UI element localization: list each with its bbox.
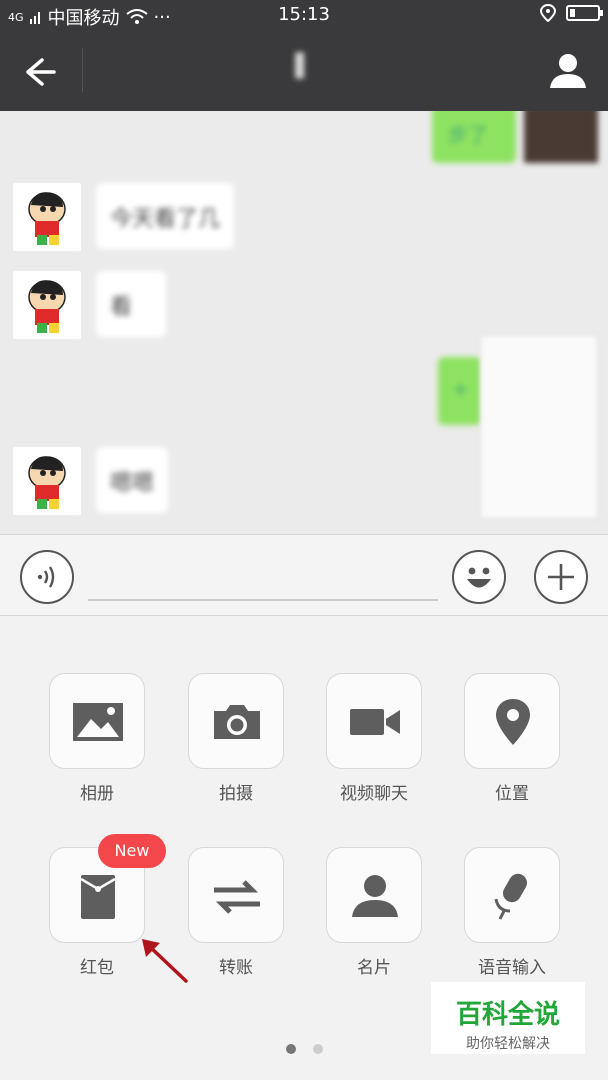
album-button[interactable] bbox=[49, 673, 145, 769]
contact-avatar[interactable] bbox=[13, 183, 81, 251]
received-message-bubble[interactable]: 看 bbox=[96, 271, 166, 337]
camera-tile[interactable]: 拍摄 bbox=[188, 673, 284, 804]
watermark-logo: 百科全说 助你轻松解决 bbox=[431, 982, 585, 1054]
my-avatar[interactable] bbox=[524, 111, 598, 163]
cartoon-avatar-icon bbox=[28, 192, 66, 245]
contact-avatar[interactable] bbox=[13, 271, 81, 339]
chat-header: ▌ bbox=[0, 30, 608, 111]
location-label: 位置 bbox=[495, 784, 529, 804]
voice-toggle-button[interactable] bbox=[20, 550, 74, 604]
emoji-button[interactable] bbox=[452, 550, 506, 604]
chat-title: ▌ bbox=[295, 54, 313, 79]
more-options-button[interactable] bbox=[534, 550, 588, 604]
annotation-arrow-icon bbox=[142, 939, 188, 983]
contact-card-label: 名片 bbox=[357, 958, 391, 978]
picture-icon bbox=[73, 703, 123, 741]
voice-input-button[interactable] bbox=[464, 847, 560, 943]
transfer-tile[interactable]: 转账 bbox=[188, 847, 284, 978]
screenshot-preview-thumbnail[interactable] bbox=[480, 335, 598, 519]
album-label: 相册 bbox=[80, 784, 114, 804]
location-tile[interactable]: 位置 bbox=[464, 673, 560, 804]
message-input-bar bbox=[0, 534, 608, 616]
camera-icon bbox=[214, 705, 260, 739]
page-indicator-dot[interactable] bbox=[313, 1044, 323, 1054]
red-packet-icon bbox=[80, 875, 116, 919]
watermark-title: 百科全说 bbox=[455, 1000, 560, 1030]
smiley-icon bbox=[467, 567, 491, 588]
sent-message-bubble[interactable]: + bbox=[438, 357, 482, 425]
transfer-button[interactable] bbox=[188, 847, 284, 943]
cartoon-avatar-icon bbox=[28, 456, 66, 509]
video-call-tile[interactable]: 视频聊天 bbox=[326, 673, 422, 804]
contact-card-button[interactable] bbox=[326, 847, 422, 943]
video-call-button[interactable] bbox=[326, 673, 422, 769]
new-badge: New bbox=[98, 834, 166, 868]
cartoon-avatar-icon bbox=[28, 280, 66, 333]
transfer-label: 转账 bbox=[219, 958, 253, 978]
battery-icon bbox=[566, 5, 603, 21]
contact-card-icon bbox=[352, 875, 398, 917]
sent-message-bubble[interactable]: 步了 bbox=[432, 111, 516, 163]
page-indicator-dot-active[interactable] bbox=[286, 1044, 296, 1054]
location-status-icon bbox=[540, 4, 556, 22]
voice-wave-icon bbox=[37, 566, 55, 588]
video-call-label: 视频聊天 bbox=[340, 784, 408, 804]
status-bar: 4G 中国移动 ··· 15:13 bbox=[0, 0, 608, 30]
contact-card-tile[interactable]: 名片 bbox=[326, 847, 422, 978]
contact-avatar[interactable] bbox=[13, 447, 81, 515]
received-message-bubble[interactable]: 今天看了几 bbox=[96, 183, 235, 249]
transfer-arrows-icon bbox=[214, 880, 260, 914]
video-camera-icon bbox=[350, 709, 400, 735]
status-time: 15:13 bbox=[278, 4, 330, 25]
album-tile[interactable]: 相册 bbox=[49, 673, 145, 804]
received-message-bubble[interactable]: 嗯嗯 bbox=[96, 447, 169, 513]
contact-profile-icon[interactable] bbox=[548, 50, 588, 90]
camera-label: 拍摄 bbox=[219, 784, 253, 804]
voice-input-tile[interactable]: 语音输入 bbox=[464, 847, 560, 978]
location-pin-icon bbox=[496, 699, 530, 745]
plus-icon bbox=[548, 564, 574, 590]
watermark-subtitle: 助你轻松解决 bbox=[466, 1036, 550, 1052]
voice-input-label: 语音输入 bbox=[478, 958, 546, 978]
red-packet-label: 红包 bbox=[80, 958, 114, 978]
chat-messages-area[interactable]: 步了 今天看了几 看 + 嗯嗯 bbox=[0, 111, 608, 534]
message-text-input[interactable] bbox=[88, 599, 438, 601]
location-button[interactable] bbox=[464, 673, 560, 769]
camera-button[interactable] bbox=[188, 673, 284, 769]
microphone-icon bbox=[494, 873, 527, 920]
